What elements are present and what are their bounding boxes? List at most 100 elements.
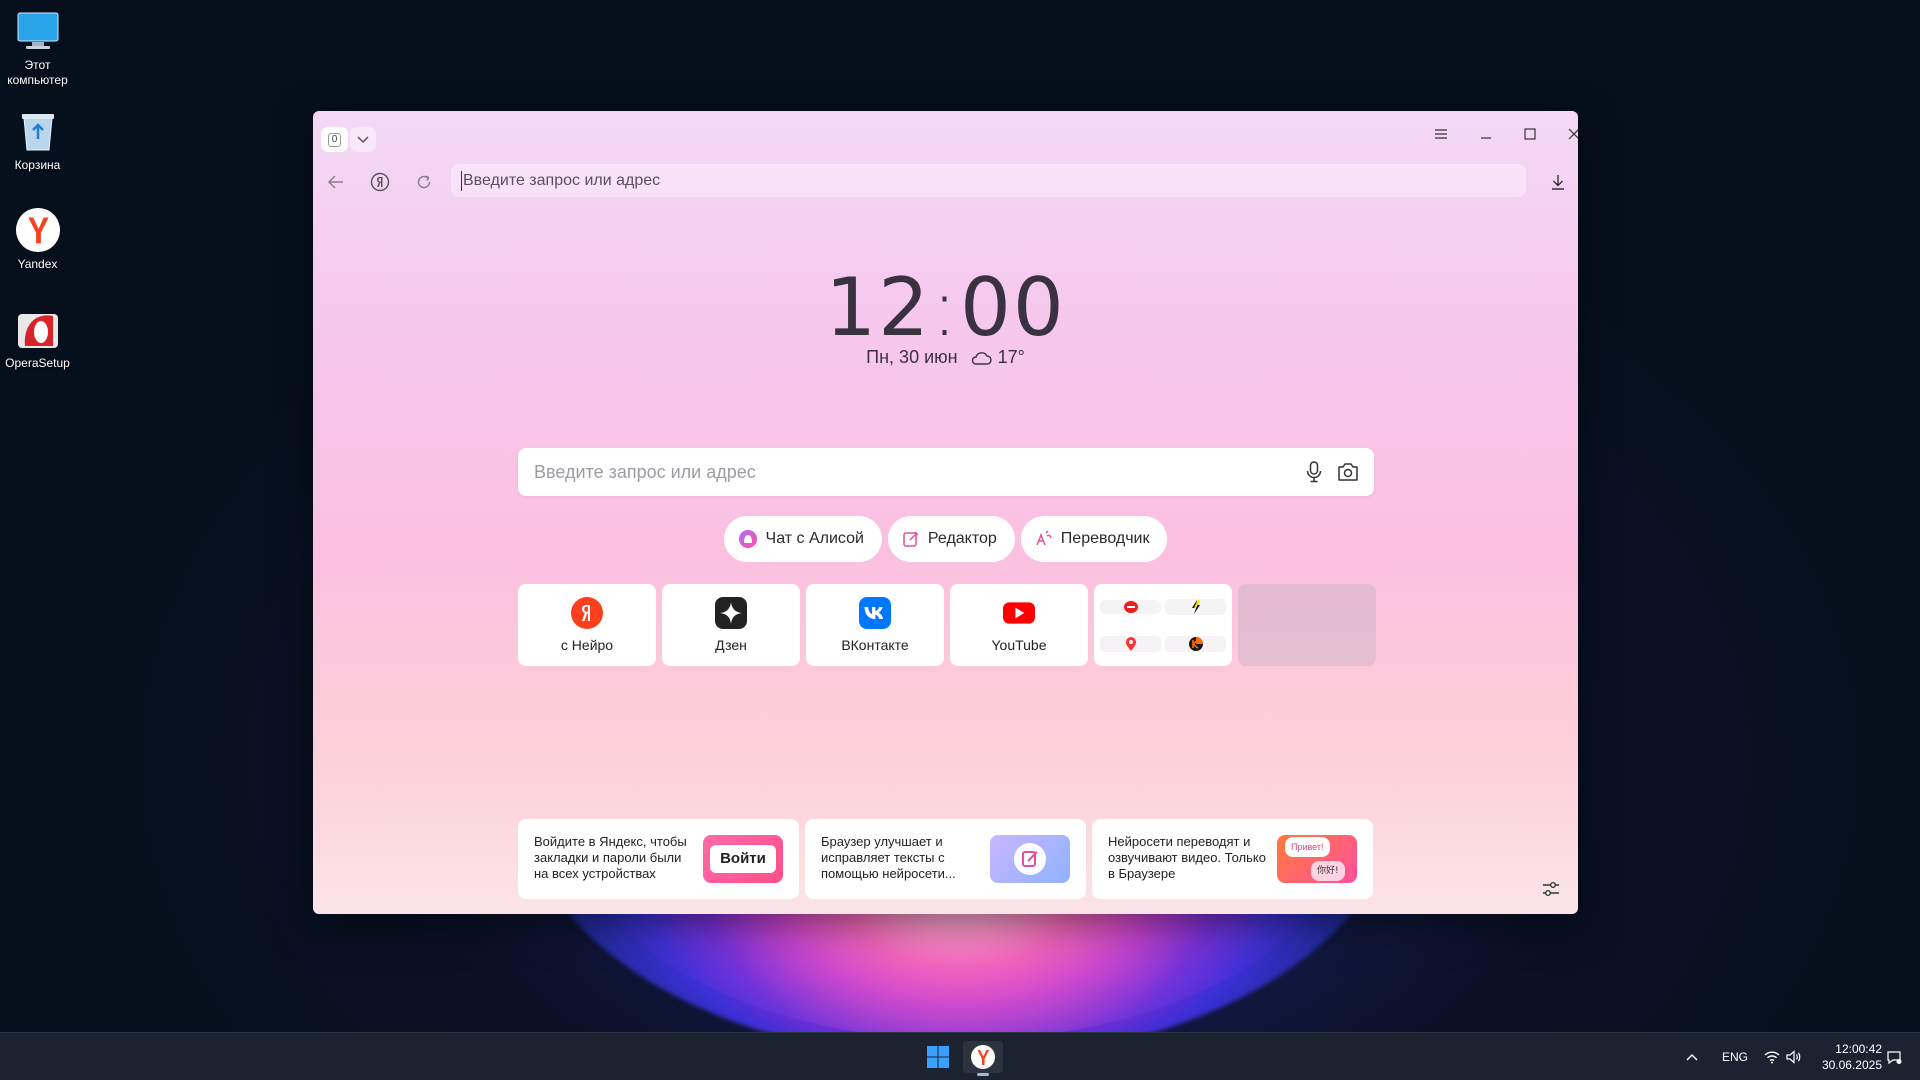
desktop-icon-opera-setup[interactable]: OperaSetup bbox=[0, 306, 75, 371]
desktop-icon-label: Корзина bbox=[14, 158, 61, 172]
image-search-button[interactable] bbox=[1336, 460, 1360, 484]
desktop-icon-recycle-bin[interactable]: Корзина bbox=[0, 108, 75, 173]
address-bar[interactable] bbox=[451, 164, 1526, 197]
language-indicator[interactable]: ENG bbox=[1722, 1033, 1748, 1080]
maximize-icon bbox=[1524, 128, 1536, 140]
tile-neuro[interactable]: с Нейро bbox=[518, 584, 656, 666]
quick-actions: Чат с Алисой Редактор Переводчик bbox=[313, 516, 1578, 562]
minimize-button[interactable] bbox=[1466, 119, 1506, 149]
kinopoisk-icon bbox=[1165, 635, 1226, 652]
clock-hours: 12 bbox=[825, 261, 932, 354]
voice-search-button[interactable] bbox=[1302, 460, 1326, 484]
menu-button[interactable] bbox=[1421, 119, 1461, 149]
opera-installer-icon bbox=[15, 306, 61, 352]
recycle-bin-icon bbox=[15, 108, 61, 154]
text-caret bbox=[461, 170, 462, 191]
hamburger-icon bbox=[1435, 129, 1447, 139]
speed-dial: с Нейро Дзен ВКонтакте YouTube bbox=[518, 584, 1376, 666]
kinopoisk-chat-icon bbox=[1100, 599, 1161, 614]
promo-cards: Войдите в Яндекс, чтобы закладки и парол… bbox=[518, 819, 1373, 899]
address-input[interactable] bbox=[463, 171, 1475, 190]
back-button[interactable] bbox=[321, 167, 351, 197]
temperature: 17° bbox=[997, 347, 1025, 367]
newtab-clock: 12:00 bbox=[825, 261, 1066, 354]
cloud-icon bbox=[971, 351, 992, 365]
start-button[interactable] bbox=[918, 1041, 958, 1073]
date-text: Пн, 30 июн bbox=[866, 347, 958, 367]
minimize-icon bbox=[1481, 137, 1491, 139]
microphone-icon bbox=[1306, 461, 1322, 483]
login-button[interactable]: Войти bbox=[710, 845, 776, 873]
pill-label: Чат с Алисой bbox=[765, 530, 864, 547]
translator-icon bbox=[1036, 530, 1052, 546]
tile-label: ВКонтакте bbox=[841, 637, 909, 653]
promo-login-card[interactable]: Войдите в Яндекс, чтобы закладки и парол… bbox=[518, 819, 799, 899]
download-icon bbox=[1552, 175, 1564, 190]
desktop-icon-yandex[interactable]: Yandex bbox=[0, 207, 75, 272]
volume-button[interactable] bbox=[1786, 1033, 1802, 1080]
weather-widget[interactable]: 17° bbox=[970, 347, 1025, 368]
tray-overflow-button[interactable] bbox=[1686, 1033, 1698, 1080]
windows-logo-icon bbox=[927, 1046, 949, 1068]
chevron-down-icon bbox=[357, 135, 369, 143]
bubble-nihao: 你好! bbox=[1311, 861, 1345, 881]
active-indicator bbox=[977, 1073, 989, 1076]
pill-label: Переводчик bbox=[1060, 530, 1150, 547]
close-button[interactable] bbox=[1554, 119, 1578, 149]
tab-count: 0 bbox=[328, 132, 341, 147]
promo-text: Браузер улучшает и исправляет тексты с п… bbox=[821, 834, 956, 881]
desktop-icon-label: OperaSetup bbox=[5, 356, 70, 370]
yandex-logo-icon bbox=[370, 172, 390, 192]
yandex-browser-icon bbox=[15, 207, 61, 253]
taskbar-clock[interactable]: 12:00:42 30.06.2025 bbox=[1812, 1041, 1882, 1073]
taskbar-yandex-browser[interactable] bbox=[963, 1041, 1003, 1076]
browser-window: 0 12:00 Пн, 30 июн bbox=[313, 111, 1578, 914]
maps-pin-icon bbox=[1100, 635, 1161, 652]
promo-login-art: Войти bbox=[703, 835, 783, 883]
maximize-button[interactable] bbox=[1510, 119, 1550, 149]
title-bar: 0 bbox=[313, 111, 1578, 159]
desktop-icon-label: Yandex bbox=[17, 257, 58, 271]
yandex-home-button[interactable] bbox=[365, 167, 395, 197]
youtube-icon bbox=[1003, 597, 1035, 629]
network-button[interactable] bbox=[1764, 1033, 1780, 1080]
language-label: ENG bbox=[1722, 1050, 1749, 1064]
tile-label: Дзен bbox=[715, 637, 747, 653]
reload-button[interactable] bbox=[409, 167, 439, 197]
promo-editor-card[interactable]: Браузер улучшает и исправляет тексты с п… bbox=[805, 819, 1086, 899]
taskbar: ENG 12:00:42 30.06.2025 bbox=[0, 1032, 1920, 1080]
desktop-icon-this-pc[interactable]: Этот компьютер bbox=[0, 8, 75, 88]
monitor-icon bbox=[15, 8, 61, 54]
newtab-search-box[interactable] bbox=[518, 448, 1374, 496]
arrow-left-icon bbox=[328, 175, 343, 189]
tabs-dropdown-button[interactable] bbox=[350, 127, 376, 152]
pill-label: Редактор bbox=[927, 530, 997, 547]
reload-icon bbox=[417, 175, 431, 189]
tile-dzen[interactable]: Дзен bbox=[662, 584, 800, 666]
promo-editor-art bbox=[990, 835, 1070, 883]
clock-minutes: 00 bbox=[959, 261, 1066, 354]
alice-icon bbox=[738, 530, 757, 548]
yandex-browser-icon bbox=[971, 1045, 995, 1069]
newtab-settings-button[interactable] bbox=[1538, 876, 1564, 902]
speaker-icon bbox=[1786, 1050, 1801, 1064]
sliders-icon bbox=[1543, 882, 1559, 896]
tile-vk[interactable]: ВКонтакте bbox=[806, 584, 944, 666]
date-weather-line: Пн, 30 июн 17° bbox=[313, 347, 1578, 368]
search-input[interactable] bbox=[534, 461, 1294, 483]
translator-button[interactable]: Переводчик bbox=[1020, 516, 1168, 562]
tile-folder[interactable] bbox=[1094, 584, 1232, 666]
close-icon bbox=[1568, 128, 1578, 140]
notifications-button[interactable] bbox=[1886, 1033, 1902, 1080]
editor-app-icon bbox=[1014, 843, 1046, 875]
tile-add-empty[interactable] bbox=[1238, 584, 1376, 666]
tile-youtube[interactable]: YouTube bbox=[950, 584, 1088, 666]
taskbar-date: 30.06.2025 bbox=[1821, 1058, 1882, 1072]
notification-icon bbox=[1887, 1051, 1902, 1065]
downloads-button[interactable] bbox=[1543, 167, 1573, 197]
tile-label: YouTube bbox=[991, 637, 1047, 653]
tab-counter-button[interactable]: 0 bbox=[321, 127, 348, 152]
promo-translate-card[interactable]: Нейросети переводят и озвучивают видео. … bbox=[1092, 819, 1373, 899]
alice-chat-button[interactable]: Чат с Алисой bbox=[723, 516, 882, 562]
editor-button[interactable]: Редактор bbox=[887, 516, 1015, 562]
